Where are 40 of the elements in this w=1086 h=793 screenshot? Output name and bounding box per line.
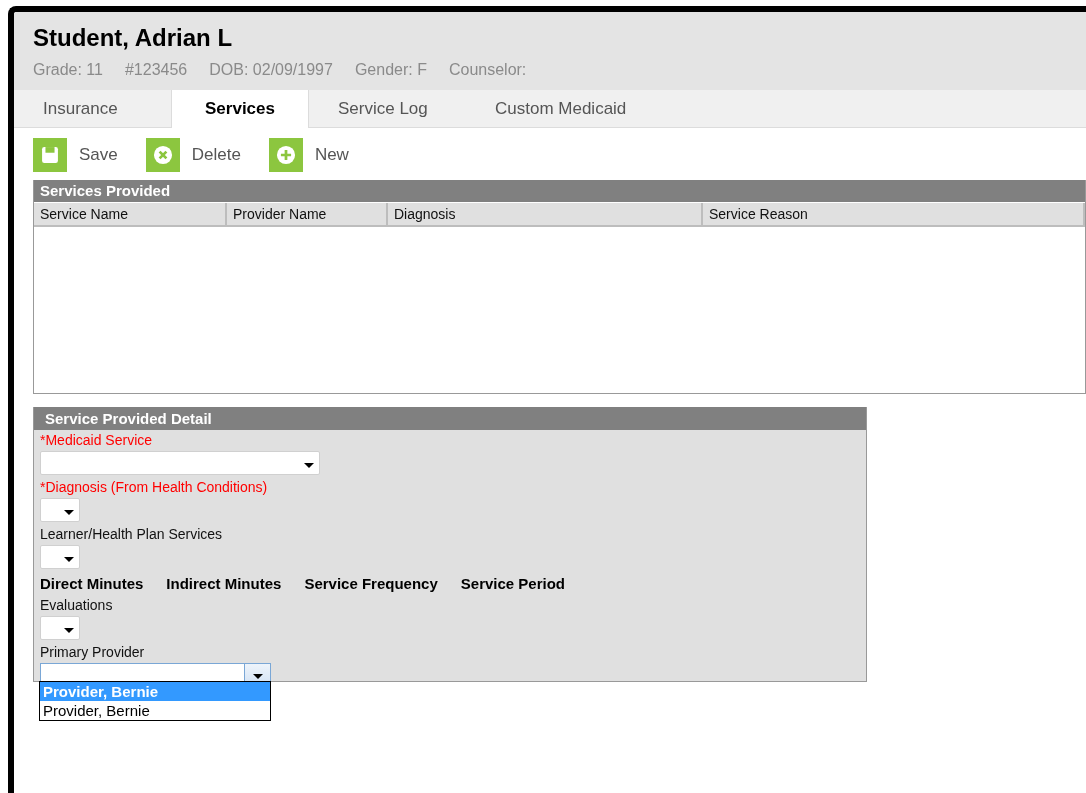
column-header[interactable]: Diagnosis: [388, 203, 703, 227]
caret-icon: [304, 463, 314, 468]
field-label: *Medicaid Service: [40, 432, 153, 449]
column-header[interactable]: Provider Name: [227, 203, 388, 227]
field-label: *Diagnosis (From Health Conditions): [40, 479, 268, 496]
field-label: Learner/Health Plan Services: [40, 526, 223, 543]
student-info: Counselor:: [448, 61, 527, 79]
panel-title: Services Provided: [34, 180, 1085, 202]
field-label: Evaluations: [40, 597, 113, 614]
caret-icon: [253, 674, 263, 679]
tab[interactable]: Custom Medicaid: [466, 90, 646, 128]
caret-icon: [64, 510, 74, 515]
new-button[interactable]: New: [268, 138, 349, 172]
student-info: #123456: [124, 61, 188, 79]
caret-icon: [64, 557, 74, 562]
field-heading: Service Frequency: [304, 574, 438, 594]
save-button[interactable]: Save: [33, 138, 118, 172]
field-heading: Service Period: [460, 574, 565, 594]
tab[interactable]: Services: [171, 90, 309, 128]
dropdown-field[interactable]: [40, 616, 80, 640]
column-header[interactable]: Service Name: [34, 203, 227, 227]
field-heading: Direct Minutes: [40, 574, 144, 594]
student-info: Grade: 11: [33, 61, 103, 79]
student-info: DOB: 02/09/1997: [209, 61, 333, 79]
student-info: Gender: F: [354, 61, 427, 79]
circle-plus-icon: [268, 138, 303, 172]
dropdown-option[interactable]: Provider, Bernie: [40, 701, 270, 720]
delete-button[interactable]: Delete: [145, 138, 241, 172]
field-heading: Indirect Minutes: [166, 574, 282, 594]
student-name: Student, Adrian L: [33, 24, 233, 52]
circle-x-icon: [145, 138, 180, 172]
dropdown-field[interactable]: [40, 545, 80, 569]
dropdown-field[interactable]: [40, 498, 80, 522]
field-label: Primary Provider: [40, 644, 145, 661]
tab[interactable]: Service Log: [309, 90, 466, 128]
column-header[interactable]: Service Reason: [703, 203, 1085, 227]
dropdown-field[interactable]: [40, 451, 320, 475]
panel-title: Service Provided Detail: [34, 407, 866, 430]
tab[interactable]: Insurance: [14, 90, 171, 128]
caret-icon: [64, 628, 74, 633]
